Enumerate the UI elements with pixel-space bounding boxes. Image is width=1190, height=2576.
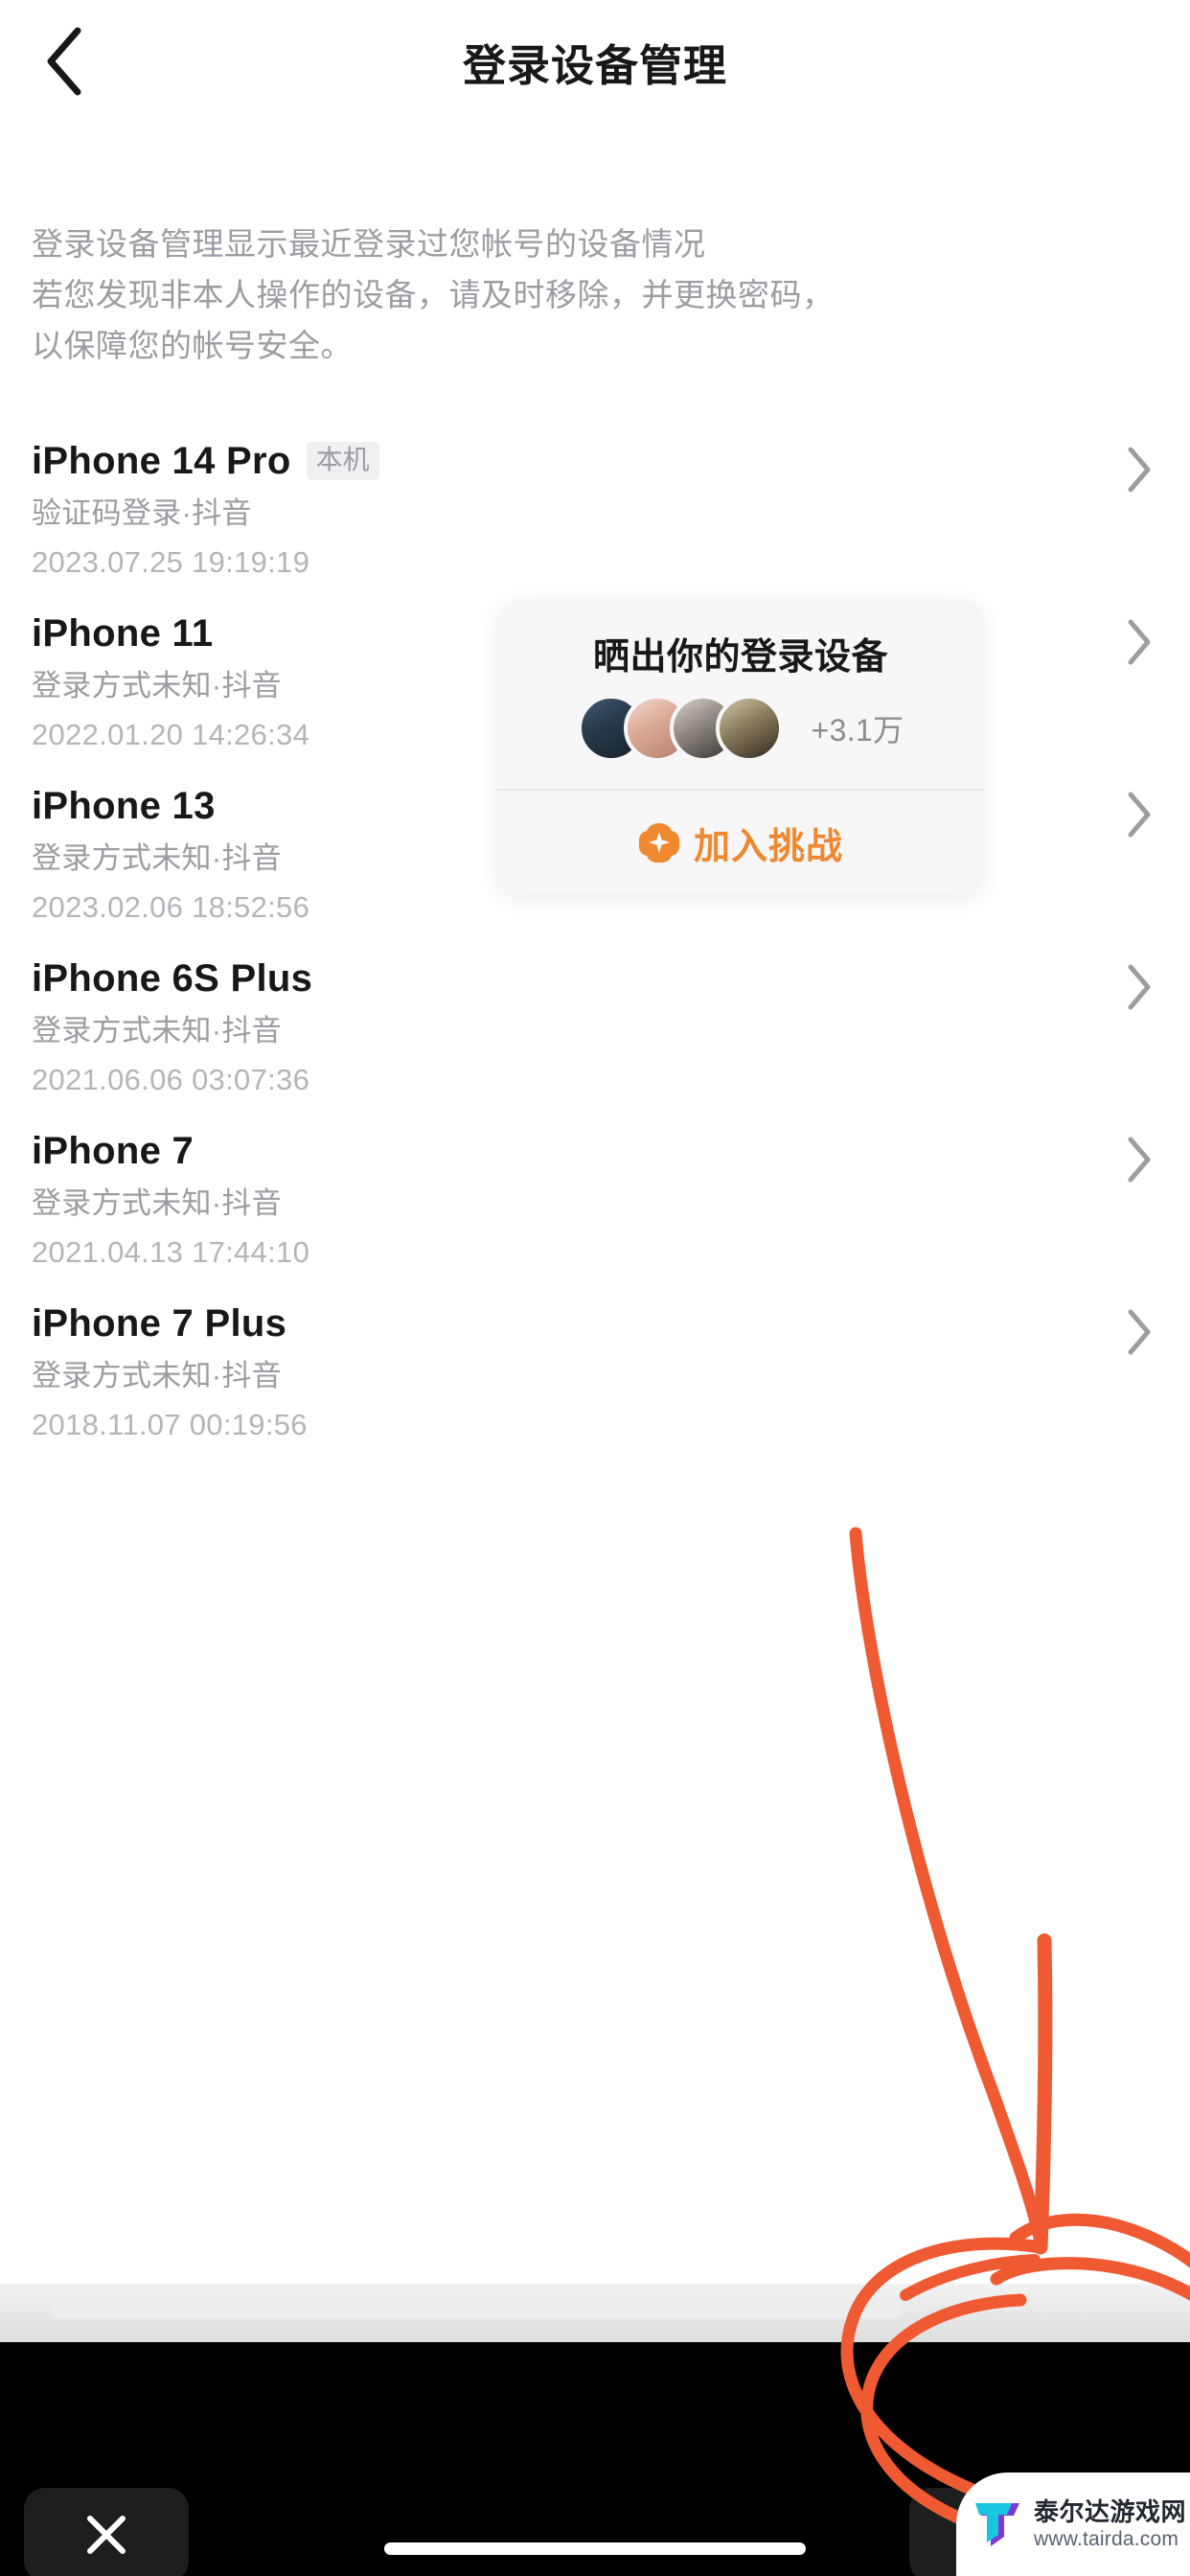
scrollbar-thumb[interactable] — [50, 2301, 903, 2318]
device-list: iPhone 14 Pro 本机 验证码登录·抖音 2023.07.25 19:… — [0, 429, 1190, 1464]
close-button[interactable] — [24, 2488, 189, 2576]
device-login-time: 2021.06.06 03:07:36 — [32, 1063, 310, 1096]
table-row[interactable]: iPhone 6S Plus 登录方式未知·抖音 2021.06.06 03:0… — [0, 947, 1190, 1119]
chevron-right-icon[interactable] — [1125, 617, 1154, 665]
device-name: iPhone 7 Plus — [32, 1301, 287, 1345]
device-login-method: 登录方式未知·抖音 — [32, 1186, 283, 1220]
close-icon — [81, 2510, 131, 2560]
scroll-strip — [0, 2284, 1190, 2342]
device-login-method: 验证码登录·抖音 — [32, 496, 252, 530]
intro-line-1: 登录设备管理显示最近登录过您帐号的设备情况 — [32, 226, 706, 262]
device-name-line: iPhone 14 Pro 本机 — [32, 429, 1158, 489]
avatar — [715, 695, 783, 762]
challenge-title: 晒出你的登录设备 — [592, 637, 888, 678]
device-name-line: iPhone 7 Plus — [32, 1292, 1158, 1351]
device-login-method: 登录方式未知·抖音 — [32, 1359, 283, 1392]
device-login-method: 登录方式未知·抖音 — [32, 1014, 283, 1047]
chevron-right-icon[interactable] — [1125, 962, 1154, 1010]
watermark-text: 泰尔达游戏网 www.tairda.com — [1034, 2496, 1186, 2553]
device-name: iPhone 13 — [32, 784, 216, 827]
device-name-line: iPhone 7 — [32, 1119, 1158, 1179]
flower-plus-icon — [638, 821, 680, 863]
chevron-right-icon[interactable] — [1125, 1135, 1154, 1183]
watermark-site-name: 泰尔达游戏网 — [1034, 2496, 1187, 2526]
table-row[interactable]: iPhone 7 Plus 登录方式未知·抖音 2018.11.07 00:19… — [0, 1292, 1190, 1464]
status-badge: 本机 — [306, 442, 379, 480]
participant-count: +3.1万 — [811, 713, 904, 748]
device-management-screen: 登录设备管理 登录设备管理显示最近登录过您帐号的设备情况 若您发现非本人操作的设… — [0, 0, 1190, 2576]
nav-bar: 登录设备管理 — [0, 0, 1190, 120]
t-logo-icon — [970, 2496, 1025, 2552]
challenge-card[interactable]: 晒出你的登录设备 +3.1万 加入挑战 — [497, 598, 984, 894]
device-name: iPhone 6S Plus — [32, 956, 313, 1000]
chevron-right-icon[interactable] — [1125, 790, 1154, 838]
watermark-site-url: www.tairda.com — [1034, 2528, 1179, 2551]
intro-description: 登录设备管理显示最近登录过您帐号的设备情况 若您发现非本人操作的设备，请及时移除… — [32, 218, 1162, 371]
device-name-line: iPhone 6S Plus — [32, 947, 1158, 1006]
intro-line-2: 若您发现非本人操作的设备，请及时移除，并更换密码， — [32, 277, 835, 312]
avatar-stack — [577, 695, 783, 762]
chevron-right-icon[interactable] — [1125, 1307, 1154, 1355]
table-row[interactable]: iPhone 7 登录方式未知·抖音 2021.04.13 17:44:10 — [0, 1119, 1190, 1292]
home-indicator — [384, 2542, 806, 2555]
join-challenge-label: 加入挑战 — [693, 826, 843, 867]
device-name: iPhone 11 — [32, 611, 214, 655]
intro-line-3: 以保障您的帐号安全。 — [32, 328, 353, 363]
device-name: iPhone 14 Pro — [32, 439, 291, 482]
table-row[interactable]: iPhone 14 Pro 本机 验证码登录·抖音 2023.07.25 19:… — [0, 429, 1190, 602]
chevron-right-icon[interactable] — [1125, 445, 1154, 493]
challenge-participants: +3.1万 — [497, 679, 984, 789]
watermark: 泰尔达游戏网 www.tairda.com — [956, 2472, 1190, 2576]
join-challenge-button[interactable]: 加入挑战 — [497, 791, 984, 894]
device-login-time: 2023.07.25 19:19:19 — [32, 545, 310, 579]
device-login-time: 2021.04.13 17:44:10 — [32, 1235, 310, 1269]
device-login-time: 2018.11.07 00:19:56 — [32, 1408, 308, 1441]
device-name: iPhone 7 — [32, 1129, 195, 1172]
page-title: 登录设备管理 — [462, 41, 727, 90]
